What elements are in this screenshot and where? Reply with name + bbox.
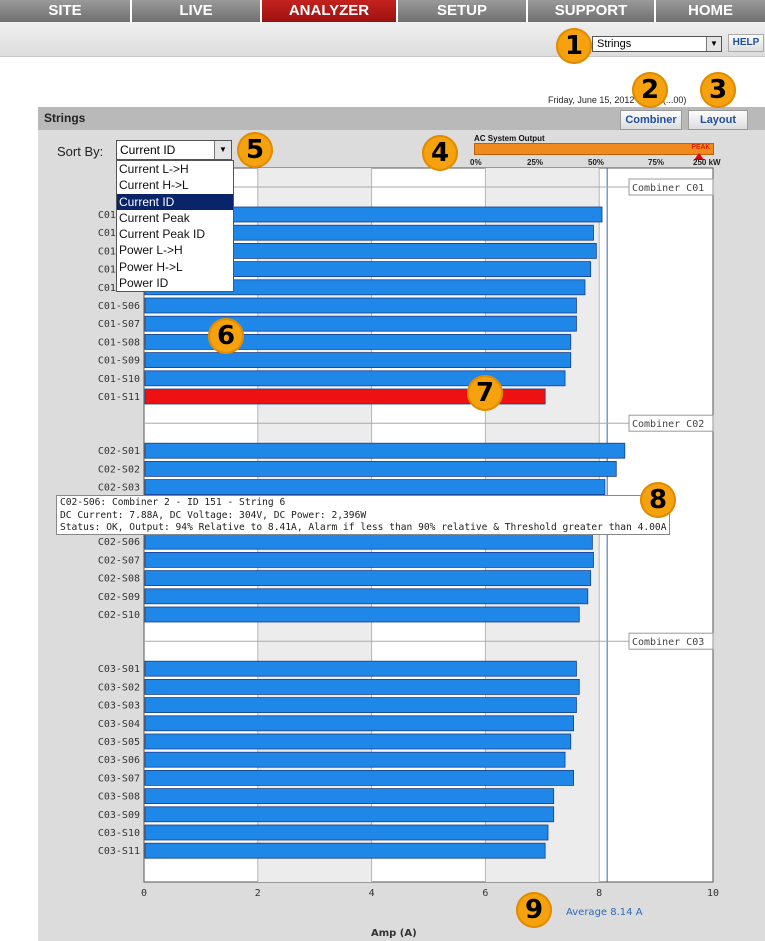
average-label: Average 8.14 A — [566, 907, 643, 918]
string-label: C02-S09 — [98, 592, 140, 603]
string-bar — [144, 460, 617, 477]
ac-output-title: AC System Output — [474, 134, 545, 143]
combiner-label: Combiner C02 — [632, 419, 704, 430]
string-label: C03-S11 — [98, 846, 140, 857]
string-label: C02-S06 — [98, 537, 140, 548]
string-label: C01-S07 — [98, 319, 140, 330]
sort-by-label: Sort By: — [57, 144, 104, 159]
callout-badge: 2 — [632, 72, 668, 108]
sort-select[interactable]: Current ID ▼ — [116, 140, 232, 160]
string-bar — [144, 842, 546, 859]
string-bar — [144, 770, 574, 786]
ac-tick: 250 kW — [693, 158, 721, 167]
combiner-label: Combiner C01 — [632, 183, 704, 194]
ac-output-bar: PEAK — [474, 143, 714, 155]
string-bar — [144, 660, 577, 677]
sort-option[interactable]: Current Peak ID — [117, 226, 233, 242]
string-bar — [144, 733, 572, 750]
ac-tick: 75% — [648, 158, 665, 167]
x-axis-title: Amp (A) — [371, 928, 417, 939]
string-bar — [144, 824, 549, 841]
callout-badge: 5 — [237, 132, 273, 168]
string-bar — [144, 297, 577, 314]
string-label: C01-S08 — [98, 337, 140, 348]
sort-option[interactable]: Current L->H — [117, 161, 233, 177]
sort-option[interactable]: Current H->L — [117, 177, 233, 193]
x-tick-label: 2 — [255, 888, 261, 899]
string-bar — [144, 806, 555, 823]
string-bar — [144, 570, 592, 586]
string-current-chart: Combiner C01C01-S01C01-S02C01-S03C01-S04… — [98, 167, 719, 899]
string-bar — [144, 788, 555, 804]
x-tick-label: 8 — [596, 888, 602, 899]
sort-options-list: Current L->H Current H->L Current ID Cur… — [116, 160, 234, 293]
string-label: C02-S08 — [98, 574, 140, 585]
callout-badge: 9 — [516, 892, 552, 928]
string-bar — [144, 679, 580, 695]
string-label: C02-S03 — [98, 483, 140, 494]
string-label: C03-S04 — [98, 719, 140, 730]
chevron-down-icon[interactable]: ▼ — [214, 141, 231, 159]
string-bar — [144, 533, 593, 550]
sort-option[interactable]: Current Peak — [117, 210, 233, 226]
string-bar — [144, 715, 574, 732]
string-bar — [144, 588, 589, 605]
sort-option[interactable]: Power L->H — [117, 242, 233, 258]
callout-badge: 1 — [556, 28, 592, 64]
string-bar — [144, 352, 572, 369]
callout-badge: 8 — [640, 482, 676, 518]
string-tooltip: C02-S06: Combiner 2 - ID 151 - String 6 … — [56, 495, 670, 535]
string-bar — [144, 697, 577, 713]
string-label: C02-S01 — [98, 446, 140, 457]
sort-option-selected[interactable]: Current ID — [117, 193, 233, 210]
ac-tick: 25% — [527, 158, 544, 167]
tooltip-line: DC Current: 7.88A, DC Voltage: 304V, DC … — [60, 509, 367, 521]
string-label: C03-S07 — [98, 773, 140, 784]
string-bar — [144, 606, 580, 623]
combiner-label: Combiner C03 — [632, 637, 704, 648]
string-label: C01-S06 — [98, 301, 140, 312]
tooltip-line: Status: OK, Output: 94% Relative to 8.41… — [60, 522, 667, 533]
callout-badge: 7 — [467, 375, 503, 411]
callout-badge: 6 — [208, 318, 244, 354]
string-label: C02-S02 — [98, 464, 140, 475]
sort-option[interactable]: Power H->L — [117, 259, 233, 275]
ac-peak-label: PEAK — [691, 144, 710, 151]
string-label: C03-S08 — [98, 792, 140, 803]
string-label: C01-S09 — [98, 356, 140, 367]
x-tick-label: 0 — [141, 888, 147, 899]
string-bar — [144, 370, 566, 387]
string-bar — [144, 479, 606, 496]
sort-option[interactable]: Power ID — [117, 275, 233, 291]
string-label: C03-S02 — [98, 682, 140, 693]
string-bar — [144, 552, 594, 568]
string-label: C01-S11 — [98, 392, 140, 403]
string-bar — [144, 751, 566, 768]
ac-tick: 0% — [470, 158, 482, 167]
string-label: C03-S03 — [98, 701, 140, 712]
string-label: C03-S09 — [98, 810, 140, 821]
string-label: C03-S01 — [98, 664, 140, 675]
x-tick-label: 10 — [707, 888, 719, 899]
ac-tick: 50% — [588, 158, 605, 167]
callout-badge: 4 — [422, 135, 458, 171]
string-label: C01-S10 — [98, 374, 140, 385]
string-label: C03-S06 — [98, 755, 140, 766]
string-label: C03-S05 — [98, 737, 140, 748]
tooltip-line: C02-S06: Combiner 2 - ID 151 - String 6 — [60, 497, 286, 508]
x-tick-label: 6 — [482, 888, 488, 899]
callout-badge: 3 — [700, 72, 736, 108]
x-tick-label: 4 — [369, 888, 375, 899]
string-bar — [144, 442, 626, 459]
string-label: C02-S07 — [98, 555, 140, 566]
string-label: C02-S10 — [98, 610, 140, 621]
string-label: C03-S10 — [98, 828, 140, 839]
sort-select-value: Current ID — [120, 143, 176, 157]
